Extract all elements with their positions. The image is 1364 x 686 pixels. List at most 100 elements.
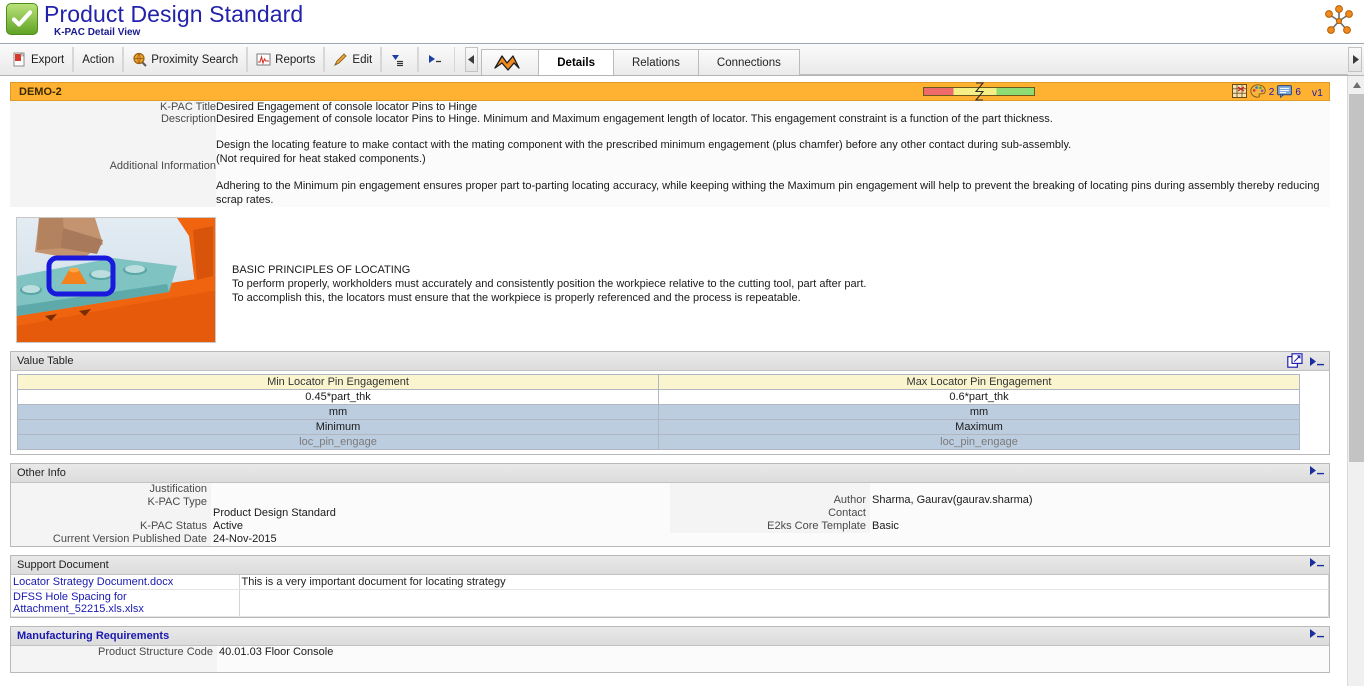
other-info-actions <box>1309 465 1325 477</box>
detail-scroll-area[interactable]: DEMO-2 2 6 v1 K-PAC Title Desired Engage… <box>0 76 1340 686</box>
tab-scroll-right-button[interactable] <box>1348 47 1362 72</box>
orange-lightning-icon[interactable] <box>481 49 540 75</box>
value-table-col0-type: Minimum <box>17 419 659 435</box>
collapse-arrow-icon[interactable] <box>1309 557 1325 569</box>
reports-button[interactable]: Reports <box>247 47 325 72</box>
open-in-new-window-icon[interactable] <box>1287 353 1303 371</box>
value-table-type-row: Minimum Maximum <box>17 419 1300 435</box>
additional-info-paragraph-2: (Not required for heat staked components… <box>216 153 426 165</box>
table-row[interactable]: DFSS Hole Spacing for Attachment_52215.x… <box>11 589 1329 617</box>
run-button[interactable] <box>418 47 456 72</box>
other-info-right-column: Author Sharma, Gaurav(gaurav.sharma) Con… <box>670 483 1329 546</box>
comment-icon[interactable] <box>1277 84 1293 101</box>
vertical-scrollbar[interactable] <box>1347 76 1364 686</box>
additional-information-label: Additional Information <box>10 125 216 207</box>
collapse-arrow-icon[interactable] <box>1309 465 1325 477</box>
collapse-arrow-icon[interactable] <box>1309 628 1325 640</box>
core-template-label: E2ks Core Template <box>670 520 870 533</box>
molecule-node-icon[interactable] <box>1322 3 1356 37</box>
partial-row-label <box>11 659 217 672</box>
field-row-partial <box>11 659 1329 672</box>
value-table-expression-row: 0.45*part_thk 0.6*part_thk <box>17 389 1300 405</box>
filter-dropdown-icon <box>390 52 405 67</box>
value-table-title: Value Table <box>17 355 74 367</box>
action-label: Action <box>82 53 115 66</box>
action-button[interactable]: Action <box>73 47 124 72</box>
field-row-product-structure-code: Product Structure Code 40.01.03 Floor Co… <box>11 646 1329 659</box>
kpac-title-label: K-PAC Title <box>10 101 216 113</box>
section-manufacturing-requirements: Manufacturing Requirements Product Struc… <box>10 626 1330 673</box>
proximity-search-button[interactable]: Proximity Search <box>123 47 248 72</box>
support-document-description-cell: This is a very important document for lo… <box>239 575 1329 590</box>
description-label: Description <box>10 113 216 125</box>
value-table-col0-header: Min Locator Pin Engagement <box>17 374 659 390</box>
product-structure-code-label: Product Structure Code <box>11 646 217 659</box>
tab-connections[interactable]: Connections <box>698 49 800 75</box>
green-check-icon <box>6 3 38 35</box>
tab-details[interactable]: Details <box>539 49 614 75</box>
table-grid-icon[interactable] <box>1231 84 1247 101</box>
contact-label: Contact <box>670 507 870 520</box>
proximity-search-label: Proximity Search <box>151 53 239 66</box>
author-value: Sharma, Gaurav(gaurav.sharma) <box>870 483 1329 507</box>
justification-label: Justification <box>11 483 211 496</box>
other-info-left-table: Justification K-PAC Type Product Design … <box>11 483 670 546</box>
tab-strip-container: Details Relations Connections <box>463 44 1364 75</box>
cad-render-locator-pin-thumbnail[interactable] <box>16 217 216 343</box>
content-wrapper: DEMO-2 2 6 v1 K-PAC Title Desired Engage… <box>0 76 1364 686</box>
value-table-col0-expression: 0.45*part_thk <box>17 389 659 405</box>
support-document-table: Locator Strategy Document.docx This is a… <box>11 575 1329 617</box>
record-header-bar[interactable]: DEMO-2 2 6 v1 <box>10 82 1330 101</box>
section-value-table: Value Table Min Locator Pin Engagement M… <box>10 351 1330 455</box>
principles-heading: BASIC PRINCIPLES OF LOCATING <box>232 264 411 276</box>
field-row-description: Description Desired Engagement of consol… <box>10 113 1330 125</box>
triangle-right-icon <box>1352 55 1359 64</box>
manufacturing-requirements-actions <box>1309 628 1325 640</box>
support-document-link[interactable]: Locator Strategy Document.docx <box>13 576 173 588</box>
app-header: Product Design Standard K-PAC Detail Vie… <box>0 0 1364 44</box>
principles-line-2: To accomplish this, the locators must en… <box>232 292 801 304</box>
version-label[interactable]: v1 <box>1312 87 1323 99</box>
additional-information-value: Design the locating feature to make cont… <box>216 125 1330 207</box>
author-label: Author <box>670 483 870 507</box>
illustration-row: BASIC PRINCIPLES OF LOCATING To perform … <box>10 217 1330 343</box>
value-table-col1-parameter: loc_pin_engage <box>658 434 1300 450</box>
value-table-col1-unit: mm <box>658 404 1300 420</box>
magnifier-globe-icon <box>132 52 147 67</box>
support-document-description-cell <box>239 589 1329 617</box>
field-row-core-template: E2ks Core Template Basic <box>670 520 1329 533</box>
tab-relations[interactable]: Relations <box>613 49 699 75</box>
tab-relations-label: Relations <box>631 56 680 69</box>
tab-scroll-left-button[interactable] <box>465 47 479 72</box>
value-table-body: Min Locator Pin Engagement Max Locator P… <box>11 371 1329 454</box>
tag-count: 2 <box>1268 87 1275 98</box>
kpac-type-value: Product Design Standard <box>211 496 670 520</box>
field-row-kpac-title: K-PAC Title Desired Engagement of consol… <box>10 101 1330 113</box>
page-title: Product Design Standard <box>44 1 304 27</box>
triangle-up-icon <box>1352 81 1361 88</box>
justification-value <box>211 483 670 496</box>
support-document-link[interactable]: DFSS Hole Spacing for Attachment_52215.x… <box>13 591 144 615</box>
edit-button[interactable]: Edit <box>324 47 382 72</box>
support-document-title: Support Document <box>17 559 109 571</box>
other-info-right-table: Author Sharma, Gaurav(gaurav.sharma) Con… <box>670 483 1329 533</box>
other-info-body: Justification K-PAC Type Product Design … <box>11 483 1329 546</box>
tab-strip-filler <box>799 49 1348 75</box>
tab-strip: Details Relations Connections <box>481 44 1348 75</box>
page-subtitle: K-PAC Detail View <box>54 27 141 38</box>
principles-line-1: To perform properly, workholders must ac… <box>232 278 867 290</box>
scroll-up-button[interactable] <box>1348 76 1364 93</box>
vertical-scroll-thumb[interactable] <box>1349 94 1364 462</box>
export-button[interactable]: Export <box>4 47 74 72</box>
value-table-col1-type: Maximum <box>658 419 1300 435</box>
tab-details-label: Details <box>557 56 595 69</box>
contact-value <box>870 507 1329 520</box>
manufacturing-requirements-header: Manufacturing Requirements <box>11 627 1329 646</box>
collapse-arrow-icon[interactable] <box>1309 356 1325 368</box>
partial-row-value <box>217 659 1329 672</box>
value-table-col0-unit: mm <box>17 404 659 420</box>
other-info-left-column: Justification K-PAC Type Product Design … <box>11 483 670 546</box>
tag-palette-icon[interactable] <box>1250 84 1266 101</box>
table-row[interactable]: Locator Strategy Document.docx This is a… <box>11 575 1329 590</box>
filter-dropdown-button[interactable] <box>381 47 419 72</box>
